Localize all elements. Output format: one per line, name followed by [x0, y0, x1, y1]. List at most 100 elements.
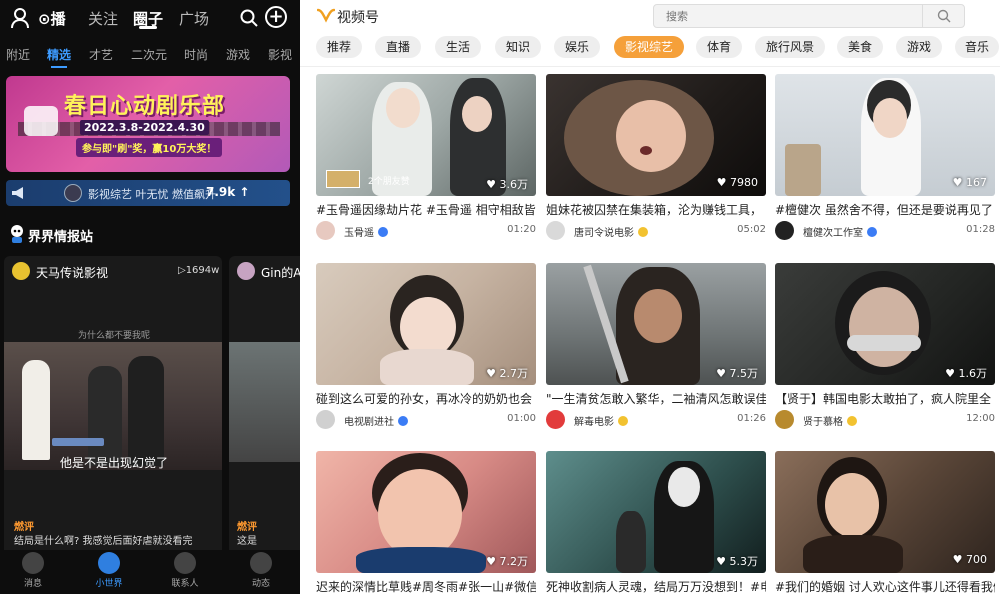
category-sports[interactable]: 体育	[696, 36, 742, 58]
video-author[interactable]: 电视剧进社	[344, 413, 408, 428]
video-card[interactable]: ♥ 167 #檀健次 虽然舍不得，但还是要说再见了 檀健次工作室 01:28	[775, 74, 995, 244]
video-card[interactable]: ♥ 7980 姐妹花被囚禁在集装箱，沦为赚钱工具， 唐司令说电影 05:02	[546, 74, 766, 244]
video-author[interactable]: 解毒电影	[574, 413, 628, 428]
nav-follow-tab[interactable]: 关注	[88, 8, 118, 29]
bottom-nav: 消息 小世界 联系人 动态	[0, 550, 300, 594]
like-count: ♥ 2.7万	[486, 367, 528, 380]
video-duration: 05:02	[737, 224, 766, 235]
video-author[interactable]: 玉骨遥	[344, 224, 388, 239]
search-box	[653, 4, 965, 28]
category-film-variety[interactable]: 影视综艺	[614, 36, 684, 58]
category-music[interactable]: 音乐	[955, 36, 999, 58]
category-recommend[interactable]: 推荐	[316, 36, 362, 58]
add-icon[interactable]: +	[265, 6, 287, 28]
banner-subtitle: 参与即"刷"奖，赢10万大奖！	[76, 138, 223, 157]
video-duration: 01:00	[507, 413, 536, 424]
card-author[interactable]: Gin的A	[261, 264, 300, 281]
app-logo-icon: ⊙播	[38, 10, 66, 28]
hot-comment-label: 燃评	[14, 522, 34, 533]
subtab-talent[interactable]: 才艺	[89, 46, 113, 63]
bottom-nav-moments[interactable]: 动态	[236, 552, 286, 589]
channel-logo[interactable]: 视频号	[337, 7, 379, 27]
avatar[interactable]	[546, 410, 565, 429]
search-icon[interactable]	[922, 5, 964, 27]
video-duration: 01:26	[737, 413, 766, 424]
like-count: ♥ 1.6万	[945, 367, 987, 380]
video-card[interactable]: ♥ 5.3万 死神收割病人灵魂，结局万万没想到！#电	[546, 451, 766, 594]
video-title[interactable]: #檀健次 虽然舍不得，但还是要说再见了	[775, 201, 995, 218]
avatar[interactable]	[316, 221, 335, 240]
avatar[interactable]	[237, 262, 255, 280]
video-channel-panel: 视频号 推荐 直播 生活 知识 娱乐 影视综艺 体育 旅行风景 美食 游戏 音乐…	[300, 0, 1000, 594]
video-title[interactable]: 姐妹花被囚禁在集装箱，沦为赚钱工具，	[546, 201, 766, 218]
like-count: ♥ 5.3万	[716, 555, 758, 568]
video-title[interactable]: 迟来的深情比草贱#周冬雨#张一山#微信影	[316, 578, 536, 594]
video-author[interactable]: 唐司令说电影	[574, 224, 648, 239]
category-entertainment[interactable]: 娱乐	[554, 36, 600, 58]
bottom-nav-contacts[interactable]: 联系人	[160, 552, 210, 589]
bottom-nav-label: 小世界	[95, 579, 123, 589]
promo-banner[interactable]: 春日心动剧乐部 2022.3.8-2022.4.30 参与即"刷"奖，赢10万大…	[6, 76, 290, 172]
category-tabs: 推荐 直播 生活 知识 娱乐 影视综艺 体育 旅行风景 美食 游戏 音乐	[300, 36, 1000, 62]
nav-square-tab[interactable]: 广场	[179, 8, 209, 29]
trending-value: 7.9k ↑	[206, 185, 250, 199]
subtab-nearby[interactable]: 附近	[6, 46, 30, 63]
card-author[interactable]: 天马传说影视	[36, 264, 108, 281]
video-card[interactable]: ♥ 2.7万 碰到这么可爱的孙女，再冰冷的奶奶也会 电视剧进社 01:00	[316, 263, 536, 433]
video-card[interactable]: 2个朋友赞 ♥ 3.6万 #玉骨遥因缘劫片花 #玉骨遥 相守相敌皆徒 玉骨遥 0…	[316, 74, 536, 244]
video-author[interactable]: 檀健次工作室	[803, 224, 877, 239]
bottom-nav-small-world[interactable]: 小世界	[84, 552, 134, 589]
feed-card[interactable]: Gin的A 燃评 这是	[229, 256, 300, 594]
category-games[interactable]: 游戏	[896, 36, 942, 58]
subtab-indicator	[51, 66, 67, 68]
subtab-featured[interactable]: 精选	[47, 46, 71, 63]
search-input[interactable]	[654, 5, 922, 27]
subtab-fashion[interactable]: 时尚	[184, 46, 208, 63]
channel-logo-icon	[316, 7, 336, 23]
avatar[interactable]	[316, 410, 335, 429]
subtab-acg[interactable]: 二次元	[131, 46, 167, 63]
verified-icon	[867, 227, 877, 237]
avatar[interactable]	[775, 410, 794, 429]
category-knowledge[interactable]: 知识	[495, 36, 541, 58]
video-title[interactable]: 碰到这么可爱的孙女，再冰冷的奶奶也会	[316, 390, 536, 407]
category-live[interactable]: 直播	[375, 36, 421, 58]
play-count: ▷1694w	[178, 265, 220, 276]
avatar[interactable]	[12, 262, 30, 280]
video-title[interactable]: #玉骨遥因缘劫片花 #玉骨遥 相守相敌皆徒	[316, 201, 536, 218]
like-count: ♥ 167	[952, 176, 987, 189]
video-card[interactable]: ♥ 700 #我们的婚姻 讨人欢心这件事儿还得看我们	[775, 451, 995, 594]
category-food[interactable]: 美食	[837, 36, 883, 58]
video-thumbnail[interactable]	[4, 342, 222, 470]
video-duration: 01:28	[966, 224, 995, 235]
video-title[interactable]: 【贤于】韩国电影太敢拍了，疯人院里全	[775, 390, 995, 407]
friend-avatars	[326, 170, 360, 188]
subtab-film[interactable]: 影视	[268, 46, 292, 63]
video-duration: 12:00	[966, 413, 995, 424]
video-thumbnail[interactable]	[229, 342, 300, 462]
avatar[interactable]	[775, 221, 794, 240]
video-card[interactable]: ♥ 7.5万 "一生清贫怎敢入繁华，二袖清风怎敢误佳 解毒电影 01:26	[546, 263, 766, 433]
search-icon[interactable]	[238, 7, 260, 29]
contacts-icon	[174, 552, 196, 574]
category-life[interactable]: 生活	[435, 36, 481, 58]
bottom-nav-messages[interactable]: 消息	[8, 552, 58, 589]
video-title[interactable]: "一生清贫怎敢入繁华，二袖清风怎敢误佳	[546, 390, 766, 407]
moments-icon	[250, 552, 272, 574]
trending-bar[interactable]: 影视综艺 叶无忧 燃值飙升 7.9k ↑	[6, 180, 290, 206]
category-travel[interactable]: 旅行风景	[755, 36, 825, 58]
banner-date: 2022.3.8-2022.4.30	[80, 120, 209, 135]
video-card[interactable]: ♥ 1.6万 【贤于】韩国电影太敢拍了，疯人院里全 贤于慕格 12:00	[775, 263, 995, 433]
video-card[interactable]: ♥ 7.2万 迟来的深情比草贱#周冬雨#张一山#微信影	[316, 451, 536, 594]
feed-card[interactable]: 天马传说影视 ▷1694w 为什么都不要我呢 他是不是出现幻觉了 燃评 结局是什…	[4, 256, 222, 594]
video-title[interactable]: #我们的婚姻 讨人欢心这件事儿还得看我们	[775, 578, 995, 594]
bottom-nav-label: 消息	[23, 579, 42, 589]
banner-title: 春日心动剧乐部	[64, 94, 226, 119]
avatar[interactable]	[546, 221, 565, 240]
video-author[interactable]: 贤于慕格	[803, 413, 857, 428]
profile-icon[interactable]	[10, 7, 30, 29]
bottom-nav-label: 联系人	[171, 579, 199, 589]
subtab-games[interactable]: 游戏	[226, 46, 250, 63]
like-count: ♥ 3.6万	[486, 178, 528, 191]
video-title[interactable]: 死神收割病人灵魂，结局万万没想到！#电	[546, 578, 766, 594]
